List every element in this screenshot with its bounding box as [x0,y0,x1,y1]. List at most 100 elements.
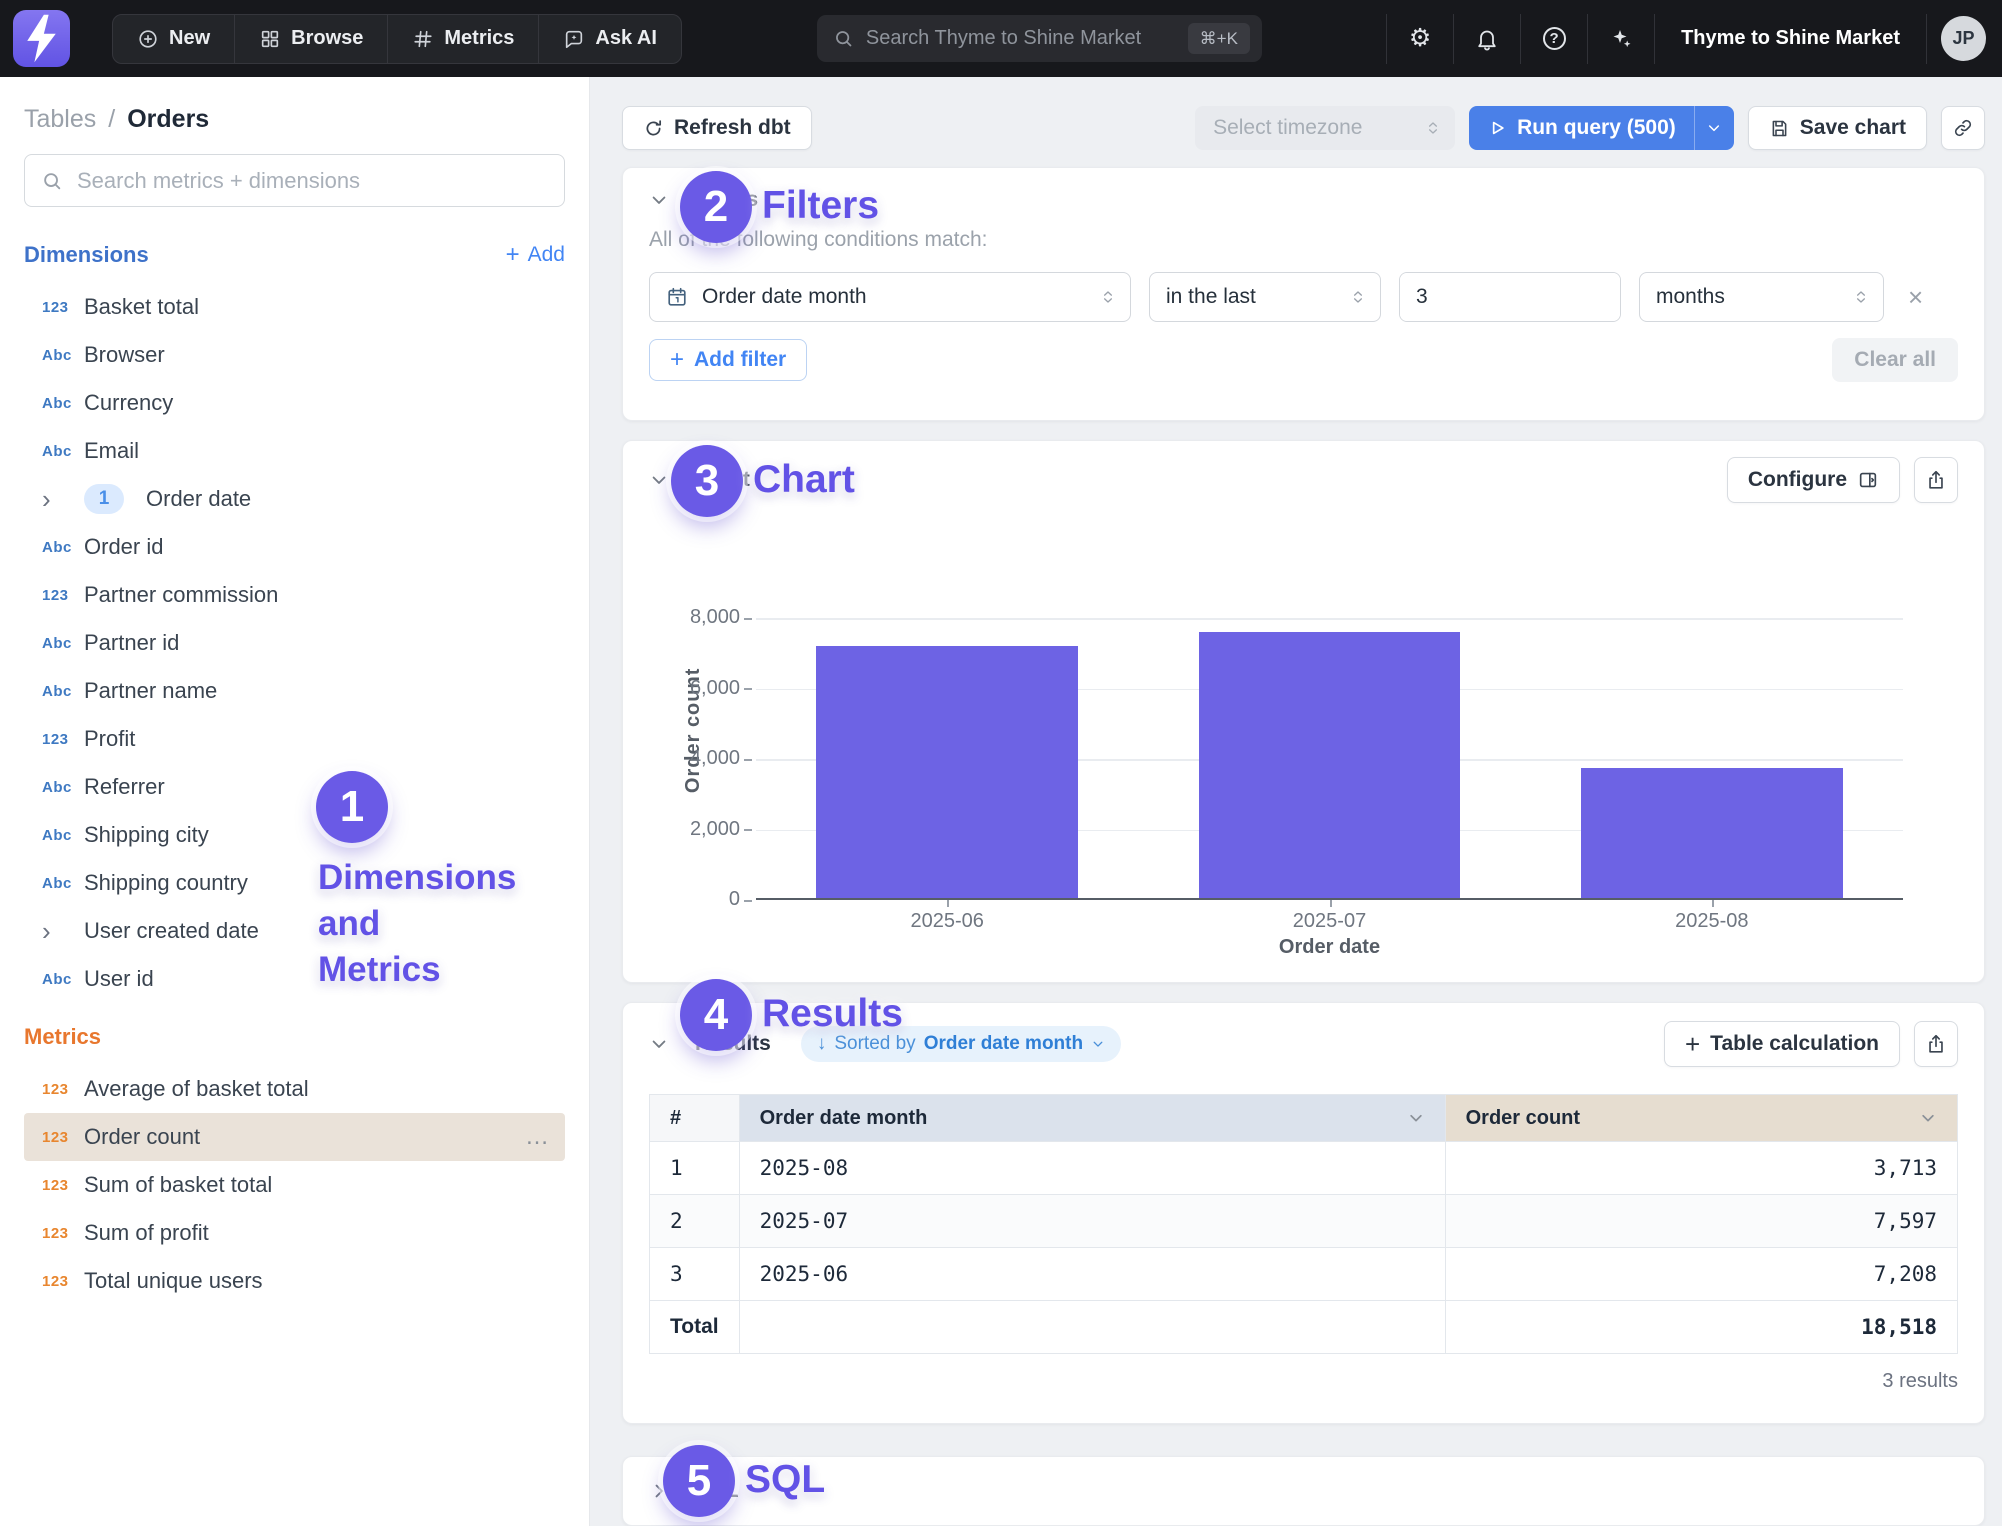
nav-item-label: Metrics [444,27,514,50]
sidebar-item-label: User id [84,966,551,992]
sidebar-item-shipping-country[interactable]: AbcShipping country [24,859,565,907]
filter-unit-select[interactable]: months [1639,272,1884,322]
sidebar-item-average-of-basket-total[interactable]: 123Average of basket total [24,1065,565,1113]
table-calculation-button[interactable]: + Table calculation [1664,1021,1900,1067]
fields-search[interactable] [24,154,565,207]
sidebar-item-user-created-date[interactable]: ›User created date [24,907,565,955]
org-switcher[interactable]: Thyme to Shine Market [1655,14,1926,64]
nav-item-browse[interactable]: Browse [235,15,388,63]
chevron-down-icon [1091,1037,1105,1051]
plus-circle-icon [137,28,159,50]
breadcrumb-tables-link[interactable]: Tables [24,105,96,134]
collapse-chart-chevron[interactable] [649,470,669,490]
filter-operator-select[interactable]: in the last [1149,272,1381,322]
expand-sql-chevron[interactable] [649,1481,669,1501]
number-type-icon: 123 [42,1225,76,1242]
sidebar-item-partner-commission[interactable]: 123Partner commission [24,571,565,619]
add-filter-button[interactable]: + Add filter [649,339,807,381]
chart-bar-2025-08[interactable] [1581,768,1843,898]
table-row[interactable]: 32025-067,208 [650,1248,1958,1301]
arrow-down-icon: ↓ [817,1033,827,1055]
remove-filter-button[interactable]: × [1908,282,1923,313]
breadcrumb-current: Orders [127,105,209,134]
play-icon [1487,118,1507,138]
sidebar-item-label: Order id [84,534,551,560]
export-chart-button[interactable] [1914,457,1958,503]
order-date-month-cell[interactable]: 2025-08 [739,1142,1445,1195]
sidebar-item-sum-of-basket-total[interactable]: 123Sum of basket total [24,1161,565,1209]
sidebar-item-total-unique-users[interactable]: 123Total unique users [24,1257,565,1305]
clear-all-filters-button[interactable]: Clear all [1832,338,1958,382]
sidebar-item-basket-total[interactable]: 123Basket total [24,283,565,331]
sidebar-item-label: Currency [84,390,551,416]
sidebar-item-user-id[interactable]: AbcUser id [24,955,565,1003]
order-date-month-cell[interactable]: 2025-06 [739,1248,1445,1301]
global-search[interactable]: ⌘+K [817,15,1262,62]
nav-item-metrics[interactable]: Metrics [388,15,539,63]
sidebar-item-browser[interactable]: AbcBrowser [24,331,565,379]
top-navbar: New Browse Metrics Ask AI ⌘+K ⚙ [0,0,2002,77]
sidebar-item-currency[interactable]: AbcCurrency [24,379,565,427]
nav-item-new[interactable]: New [113,15,235,63]
y-axis: Order count 02,0004,0006,0008,000 [649,618,756,900]
sidebar-item-label: Profit [84,726,551,752]
help-button[interactable]: ? [1521,14,1588,64]
save-chart-label: Save chart [1800,116,1906,140]
sidebar-item-order-date[interactable]: ›1Order date [24,475,565,523]
collapse-filters-chevron[interactable] [649,190,669,210]
column-header-order-count[interactable]: Order count [1445,1095,1957,1142]
chart-plot-area [756,618,1903,900]
run-query-button[interactable]: Run query (500) [1469,106,1694,150]
configure-chart-button[interactable]: Configure [1727,457,1900,503]
order-count-cell[interactable]: 3,713 [1445,1142,1957,1195]
export-results-button[interactable] [1914,1021,1958,1067]
share-link-button[interactable] [1941,106,1985,150]
filter-operator-value: in the last [1166,285,1256,309]
primary-nav: New Browse Metrics Ask AI [112,14,682,64]
fields-search-input[interactable] [63,168,548,194]
chevron-up-down-icon [1425,120,1441,136]
save-chart-button[interactable]: Save chart [1748,106,1927,150]
column-header-order-date-month[interactable]: Order date month [739,1095,1445,1142]
collapse-results-chevron[interactable] [649,1034,669,1054]
search-icon [833,28,854,49]
navbar-right-group: ⚙ ? Thyme to Shine Market [1386,14,1927,64]
sidebar-item-sum-of-profit[interactable]: 123Sum of profit [24,1209,565,1257]
sorted-by-pill[interactable]: ↓ Sorted by Order date month [801,1026,1121,1062]
results-table: # Order date month Order count [649,1094,1958,1354]
sidebar-item-partner-id[interactable]: AbcPartner id [24,619,565,667]
user-avatar[interactable]: JP [1941,16,1986,61]
app-logo[interactable] [13,10,70,67]
order-count-cell[interactable]: 7,208 [1445,1248,1957,1301]
chart-bar-2025-06[interactable] [816,646,1078,898]
sidebar-item-email[interactable]: AbcEmail [24,427,565,475]
run-query-options-button[interactable] [1694,106,1734,150]
global-search-input[interactable] [854,27,1188,50]
item-menu-button[interactable]: … [525,1123,551,1151]
filter-field-select[interactable]: Order date month [649,272,1131,322]
settings-button[interactable]: ⚙ [1387,14,1454,64]
add-dimension-button[interactable]: + Add [506,243,565,267]
ai-assistant-button[interactable] [1588,14,1655,64]
table-row[interactable]: 12025-083,713 [650,1142,1958,1195]
sidebar-item-partner-name[interactable]: AbcPartner name [24,667,565,715]
notifications-button[interactable] [1454,14,1521,64]
order-count-cell[interactable]: 7,597 [1445,1195,1957,1248]
chart-bar-2025-07[interactable] [1199,632,1461,898]
sidebar-item-label: Partner name [84,678,551,704]
nav-item-ask-ai[interactable]: Ask AI [539,15,681,63]
sidebar-item-referrer[interactable]: AbcReferrer [24,763,565,811]
refresh-dbt-button[interactable]: Refresh dbt [622,106,812,150]
total-value-cell: 18,518 [1445,1301,1957,1354]
sidebar-item-order-count[interactable]: 123Order count… [24,1113,565,1161]
sidebar-item-profit[interactable]: 123Profit [24,715,565,763]
order-date-month-cell[interactable]: 2025-07 [739,1195,1445,1248]
sidebar-item-shipping-city[interactable]: AbcShipping city [24,811,565,859]
filter-value-input[interactable] [1400,273,1621,321]
dimensions-header-row: Dimensions + Add [24,241,565,269]
metrics-list: 123Average of basket total123Order count… [24,1065,565,1305]
table-row[interactable]: 22025-077,597 [650,1195,1958,1248]
timezone-select[interactable]: Select timezone [1195,106,1455,150]
sidebar-item-order-id[interactable]: AbcOrder id [24,523,565,571]
explore-main: Refresh dbt Select timezone Run query (5… [590,77,2002,1526]
